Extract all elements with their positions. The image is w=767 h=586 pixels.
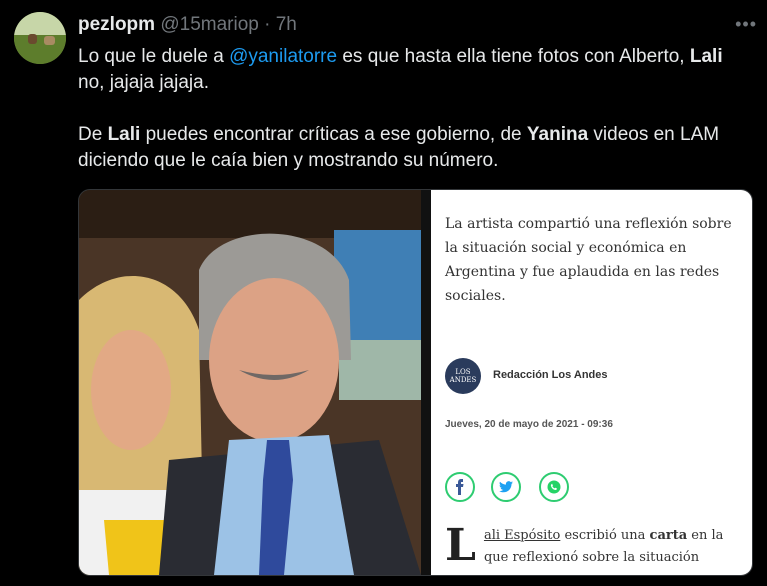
more-options-icon[interactable]: ••• — [735, 14, 757, 35]
avatar-sky — [14, 12, 66, 36]
avatar-horse — [28, 34, 37, 44]
separator-dot: · — [264, 14, 271, 35]
facebook-share-button[interactable] — [445, 472, 475, 502]
tweet-media[interactable]: La artista compartió una reflexión sobre… — [78, 189, 753, 576]
publisher-logo: LOS ANDES — [445, 358, 481, 394]
article-date: Jueves, 20 de mayo de 2021 - 09:36 — [445, 419, 613, 430]
text-segment: De — [78, 124, 108, 145]
facebook-icon — [456, 479, 464, 495]
avatar[interactable] — [14, 12, 66, 64]
article-body: Lali Espósito escribió una carta en la q… — [445, 520, 745, 571]
article-author[interactable]: Redacción Los Andes — [493, 369, 608, 381]
article-lead: La artista compartió una reflexión sobre… — [445, 216, 732, 304]
user-handle[interactable]: @15mariop — [160, 14, 259, 35]
drop-cap: L — [445, 520, 476, 571]
twitter-icon — [499, 481, 513, 493]
body-bold: carta — [649, 528, 688, 543]
mention-link[interactable]: @yanilatorre — [229, 46, 337, 67]
body-text: escribió una — [560, 528, 650, 543]
photo-window-light — [339, 340, 421, 400]
tweet-text-paragraph-2: De Lali puedes encontrar críticas a ese … — [78, 122, 748, 174]
avatar-grass — [14, 35, 66, 64]
display-name[interactable]: pezlopm — [78, 14, 155, 35]
text-segment: no, jajaja jajaja. — [78, 72, 209, 93]
timestamp[interactable]: 7h — [276, 14, 297, 35]
tweet-header: pezlopm @15mariop · 7h — [78, 12, 297, 38]
tweet-text-paragraph-1: Lo que le duele a @yanilatorre es que ha… — [78, 44, 748, 96]
twitter-share-button[interactable] — [491, 472, 521, 502]
media-photo[interactable] — [79, 190, 421, 575]
text-segment: Lo que le duele a — [78, 46, 230, 67]
bold-text: Lali — [107, 124, 141, 145]
bold-text: Lali — [689, 46, 723, 67]
article-card[interactable]: La artista compartió una reflexión sobre… — [431, 190, 752, 575]
bold-text: Yanina — [526, 124, 589, 145]
text-segment: es que hasta ella tiene fotos con Albert… — [337, 46, 690, 67]
photo-illustration — [79, 190, 421, 575]
text-segment: puedes encontrar críticas a ese gobierno… — [140, 124, 527, 145]
man-face — [209, 278, 339, 442]
woman-face — [91, 330, 171, 450]
article-body-link[interactable]: ali Espósito — [484, 528, 560, 543]
whatsapp-share-button[interactable] — [539, 472, 569, 502]
avatar-horse — [44, 36, 55, 45]
whatsapp-icon — [547, 480, 561, 494]
